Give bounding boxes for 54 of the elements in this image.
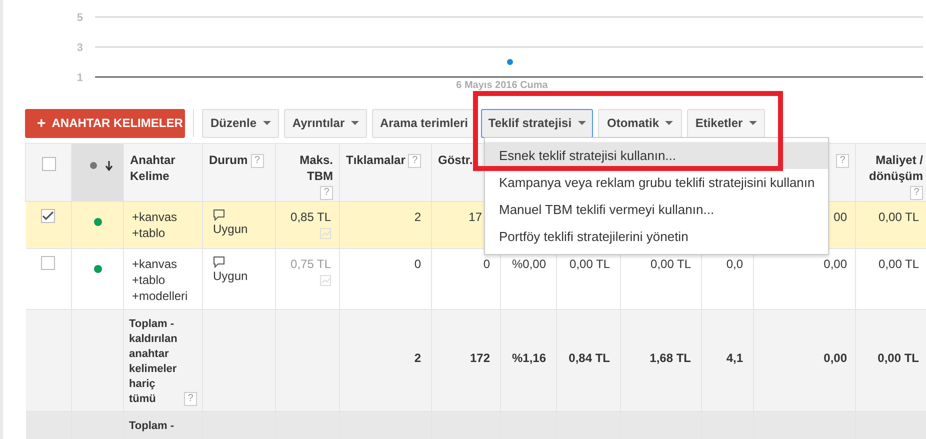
toolbar-dropdown-button[interactable]: Etiketler xyxy=(687,108,765,138)
metric-text: 0,0 xyxy=(726,257,743,271)
metric-text: 2 xyxy=(414,351,421,365)
toolbar-dropdown-button[interactable]: Ayrıntılar xyxy=(284,108,367,138)
metric-text: 0,00 TL xyxy=(650,257,691,271)
metric-text: 00 xyxy=(834,210,847,224)
toolbar-dropdown-button[interactable]: Arama terimleri xyxy=(372,108,476,138)
status-dot-icon xyxy=(90,162,97,169)
column-header[interactable]: Göstr. xyxy=(438,152,473,168)
column-header[interactable]: Maks. TBM xyxy=(282,152,333,184)
keyword-text: +kanvas +tablo xyxy=(132,209,178,241)
keyword-text: Toplam - kaldırılan anahtar kelimeler hariç tümü xyxy=(129,317,178,407)
keyword-text: +kanvas +tablo +modelleri xyxy=(132,256,189,304)
menu-item[interactable]: Portföy teklifi stratejilerini yönetin xyxy=(485,223,828,250)
metric-text: 0,00 xyxy=(824,351,847,365)
metric-text: 17 xyxy=(468,210,482,224)
metric-text: 0,84 TL xyxy=(568,351,610,365)
checkbox[interactable] xyxy=(41,209,56,223)
status-text: Uygun xyxy=(213,268,249,284)
metric-text: 4,1 xyxy=(726,351,743,365)
menu-item[interactable]: Kampanya veya reklam grubu teklifi stratejisini kullanın xyxy=(485,169,828,196)
toolbar-dropdown-button[interactable]: Düzenle xyxy=(202,108,279,138)
axis-tick-label: 1 xyxy=(76,72,83,84)
keyword-text: Toplam - xyxy=(129,419,176,434)
speech-bubble-icon[interactable] xyxy=(213,256,225,268)
checkbox[interactable] xyxy=(41,256,56,270)
data-point xyxy=(507,59,513,65)
metric-text: 0,00 TL xyxy=(878,257,919,271)
toolbar-dropdown-button[interactable]: Otomatik xyxy=(598,108,682,138)
column-header[interactable]: Tıklamalar xyxy=(346,152,406,168)
sort-arrow-icon[interactable] xyxy=(105,160,113,170)
bid-text[interactable]: 0,85 TL xyxy=(290,209,331,225)
metric-text: 0,00 TL xyxy=(878,351,919,365)
checkbox[interactable] xyxy=(42,157,56,171)
column-header[interactable]: Durum xyxy=(209,152,248,168)
axis-category-label: 6 Mayıs 2016 Cuma xyxy=(456,80,548,91)
metric-text: %0,00 xyxy=(512,257,546,271)
add-keywords-button[interactable]: + ANAHTAR KELIMELER xyxy=(25,108,185,138)
metric-text: 2 xyxy=(414,210,421,224)
column-header[interactable]: Maliyet / dönüşüm xyxy=(862,152,923,184)
metric-text: 0,00 xyxy=(824,257,847,271)
axis-tick-label: 5 xyxy=(76,12,83,24)
axis-tick-label: 3 xyxy=(76,42,83,54)
toolbar-dropdown-button[interactable]: Teklif stratejisi xyxy=(481,108,593,138)
menu-item[interactable]: Manuel TBM teklifi vermeyi kullanın... xyxy=(485,196,828,223)
metric-text: 0 xyxy=(414,257,421,271)
status-text: Uygun xyxy=(213,221,249,237)
metric-text: 0 xyxy=(483,257,490,271)
metric-text: 0,00 TL xyxy=(878,210,919,224)
speech-bubble-icon[interactable] xyxy=(213,209,225,221)
metric-text: 172 xyxy=(470,351,490,365)
metric-text: 0,00 TL xyxy=(570,257,610,271)
metric-text: 1,68 TL xyxy=(650,351,691,365)
metric-text: %1,16 xyxy=(512,351,546,365)
